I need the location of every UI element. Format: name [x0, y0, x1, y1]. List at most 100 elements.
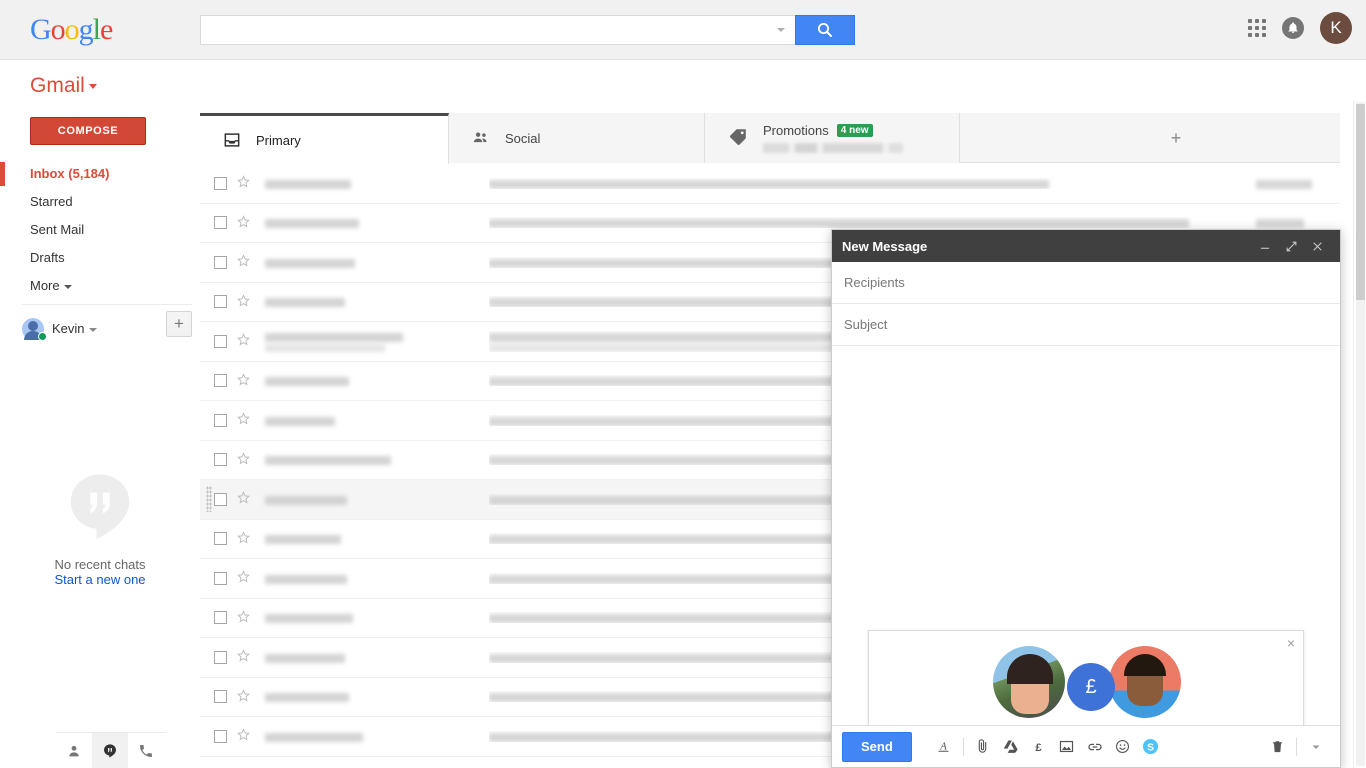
row-star-button[interactable] — [236, 530, 251, 548]
google-logo[interactable]: Google — [30, 14, 113, 46]
row-checkbox[interactable] — [214, 374, 227, 388]
row-checkbox[interactable] — [214, 453, 227, 467]
row-checkbox[interactable] — [214, 492, 227, 506]
chat-start-new-link[interactable]: Start a new one — [0, 572, 200, 587]
row-star-button[interactable] — [236, 411, 251, 429]
row-star-button[interactable] — [236, 609, 251, 627]
sidebar-item-sent-mail[interactable]: Sent Mail — [0, 216, 200, 244]
tag-icon — [730, 129, 746, 145]
row-checkbox[interactable] — [214, 413, 227, 427]
compose-button[interactable]: COMPOSE — [30, 117, 146, 145]
row-checkbox[interactable] — [214, 650, 227, 664]
row-checkbox[interactable] — [214, 690, 227, 704]
star-icon[interactable] — [236, 451, 251, 466]
sidebar-item-more[interactable]: More — [0, 272, 200, 300]
phone-tab[interactable] — [128, 733, 164, 768]
compose-body[interactable]: × £ Send money for free with your debit … — [832, 346, 1340, 725]
add-tab-button[interactable]: + — [1160, 113, 1192, 163]
row-checkbox[interactable] — [214, 611, 227, 625]
row-star-button[interactable] — [236, 372, 251, 390]
row-star-button[interactable] — [236, 688, 251, 706]
discard-draft-button[interactable] — [1263, 732, 1291, 762]
row-star-button[interactable] — [236, 253, 251, 271]
redacted-text — [265, 179, 351, 189]
row-checkbox[interactable] — [214, 571, 227, 585]
star-icon[interactable] — [236, 490, 251, 505]
star-icon[interactable] — [236, 727, 251, 742]
tab-primary[interactable]: Primary — [200, 113, 449, 164]
tab-social[interactable]: Social — [449, 113, 705, 163]
hangouts-avatar-icon[interactable] — [22, 317, 47, 341]
format-text-button[interactable]: A — [930, 732, 958, 762]
sidebar-item-starred[interactable]: Starred — [0, 188, 200, 216]
insert-emoji-button[interactable] — [1109, 732, 1137, 762]
table-row[interactable] — [200, 164, 1340, 204]
row-star-button[interactable] — [236, 490, 251, 508]
row-checkbox[interactable] — [214, 216, 227, 230]
star-icon[interactable] — [236, 214, 251, 229]
tab-promotions[interactable]: Promotions 4 new — [705, 113, 960, 163]
star-icon[interactable] — [236, 648, 251, 663]
subject-input[interactable] — [844, 317, 1328, 332]
star-icon[interactable] — [236, 174, 251, 189]
search-bar — [200, 15, 855, 45]
row-star-button[interactable] — [236, 174, 251, 192]
compose-recipients-field[interactable] — [832, 262, 1340, 304]
row-star-button[interactable] — [236, 648, 251, 666]
row-checkbox[interactable] — [214, 334, 227, 348]
star-icon[interactable] — [236, 372, 251, 387]
insert-link-button[interactable] — [1081, 732, 1109, 762]
row-star-button[interactable] — [236, 451, 251, 469]
star-icon[interactable] — [236, 411, 251, 426]
row-star-button[interactable] — [236, 214, 251, 232]
compose-expand-button[interactable] — [1278, 233, 1304, 259]
apps-grid-icon[interactable] — [1248, 19, 1266, 37]
star-icon[interactable] — [236, 332, 251, 347]
row-star-button[interactable] — [236, 727, 251, 745]
row-drag-handle[interactable] — [206, 486, 212, 512]
recipients-input[interactable] — [844, 275, 1328, 290]
star-icon[interactable] — [236, 569, 251, 584]
more-options-button[interactable] — [1302, 732, 1330, 762]
hangouts-user-name[interactable]: Kevin — [52, 321, 97, 336]
send-button[interactable]: Send — [842, 731, 912, 762]
search-button[interactable] — [795, 15, 855, 45]
row-star-button[interactable] — [236, 569, 251, 587]
star-icon[interactable] — [236, 253, 251, 268]
row-checkbox[interactable] — [214, 729, 227, 743]
scrollbar-thumb[interactable] — [1356, 104, 1365, 300]
star-icon[interactable] — [236, 688, 251, 703]
insert-drive-button[interactable] — [997, 732, 1025, 762]
bell-glyph-icon — [1288, 22, 1298, 33]
gmail-brand[interactable]: Gmail — [30, 74, 97, 98]
compose-header[interactable]: New Message — [832, 230, 1340, 262]
skype-button[interactable]: S — [1137, 732, 1165, 762]
search-input[interactable] — [201, 16, 795, 44]
insert-money-button[interactable]: £ — [1025, 732, 1053, 762]
compose-subject-field[interactable] — [832, 304, 1340, 346]
attach-file-button[interactable] — [969, 732, 997, 762]
search-options-caret-icon[interactable] — [777, 28, 785, 32]
hangouts-tab[interactable] — [92, 732, 128, 768]
sidebar-item-label: Starred — [30, 194, 73, 209]
row-checkbox[interactable] — [214, 532, 227, 546]
sidebar-item-inbox[interactable]: Inbox (5,184) — [0, 160, 200, 188]
row-checkbox[interactable] — [214, 295, 227, 309]
star-icon[interactable] — [236, 293, 251, 308]
compose-minimize-button[interactable] — [1252, 233, 1278, 259]
row-checkbox[interactable] — [214, 255, 227, 269]
vertical-scrollbar[interactable] — [1353, 100, 1366, 768]
compose-close-button[interactable] — [1304, 233, 1330, 259]
chat-empty-state: No recent chats Start a new one — [0, 468, 200, 587]
star-icon[interactable] — [236, 530, 251, 545]
row-star-button[interactable] — [236, 332, 251, 350]
hangouts-add-button[interactable]: + — [166, 311, 192, 337]
bell-icon[interactable] — [1282, 17, 1304, 39]
star-icon[interactable] — [236, 609, 251, 624]
insert-photo-button[interactable] — [1053, 732, 1081, 762]
sidebar-item-drafts[interactable]: Drafts — [0, 244, 200, 272]
contacts-tab[interactable] — [56, 733, 92, 768]
row-checkbox[interactable] — [214, 176, 227, 190]
row-star-button[interactable] — [236, 293, 251, 311]
avatar[interactable]: K — [1320, 12, 1352, 44]
